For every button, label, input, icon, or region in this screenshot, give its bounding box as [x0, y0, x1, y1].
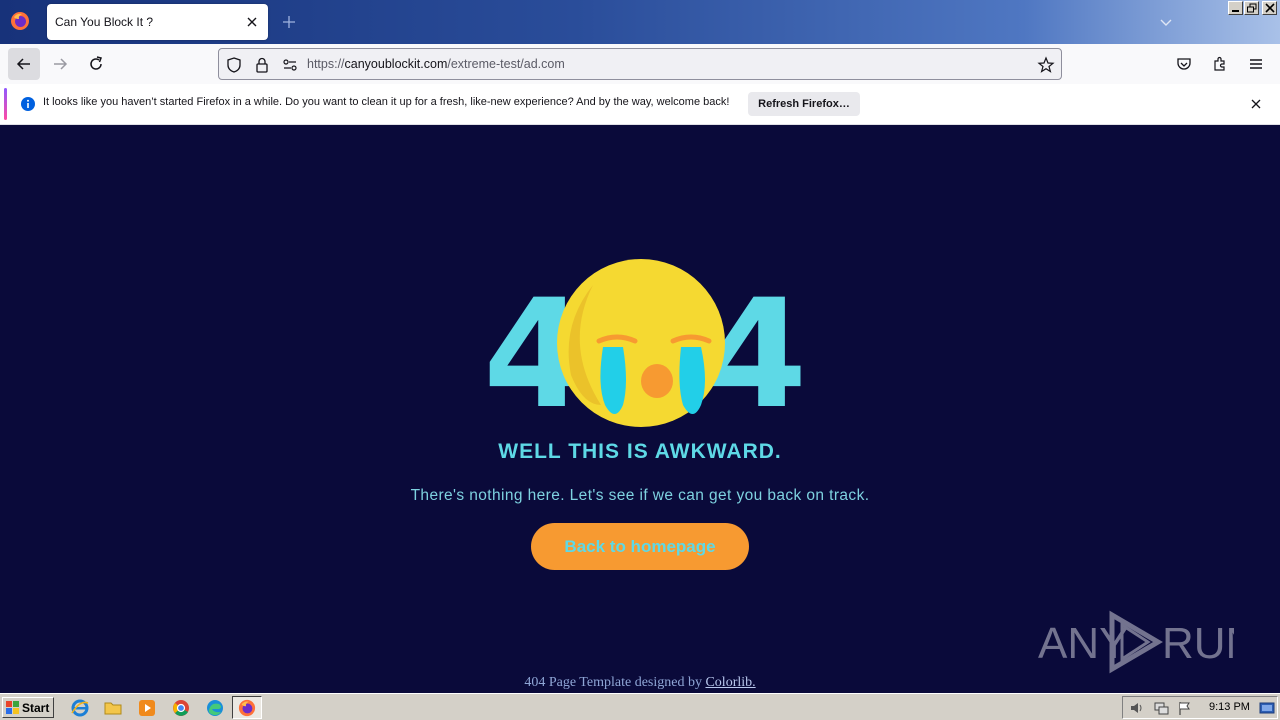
start-label: Start	[22, 701, 50, 715]
edge-icon[interactable]	[205, 698, 225, 718]
arrow-left-icon	[16, 58, 30, 70]
watermark-run: RUN	[1162, 619, 1234, 668]
back-button[interactable]	[8, 48, 40, 80]
notification-message: It looks like you haven’t started Firefo…	[43, 96, 730, 108]
url-host: canyoublockit.com	[344, 57, 448, 71]
permissions-icon[interactable]	[281, 56, 299, 74]
lock-icon[interactable]	[253, 56, 271, 74]
start-button[interactable]: Start	[2, 697, 54, 718]
extensions-icon[interactable]	[1211, 55, 1229, 73]
page-footer: 404 Page Template designed by Colorlib.	[0, 675, 1280, 691]
error-heading: WELL THIS IS AWKWARD.	[498, 440, 782, 463]
notification-bar: It looks like you haven’t started Firefo…	[0, 84, 1280, 125]
forward-button[interactable]	[44, 48, 76, 80]
tab-bar: Can You Block It ?	[0, 0, 1280, 44]
arrow-right-icon	[54, 58, 68, 70]
volume-icon[interactable]	[1129, 700, 1145, 716]
notification-accent	[4, 88, 7, 120]
system-tray: 9:13 PM	[1122, 696, 1278, 719]
reload-icon	[90, 56, 102, 70]
watermark-any: ANY	[1038, 619, 1128, 668]
refresh-firefox-button[interactable]: Refresh Firefox…	[748, 92, 860, 116]
flag-icon[interactable]	[1177, 700, 1193, 716]
show-desktop-icon[interactable]	[1259, 700, 1275, 716]
firefox-taskbar-icon	[238, 699, 256, 717]
restore-button[interactable]	[1244, 1, 1259, 15]
close-icon[interactable]	[1248, 96, 1264, 112]
clock: 9:13 PM	[1209, 701, 1250, 713]
shield-icon[interactable]	[225, 56, 243, 74]
close-window-button[interactable]	[1262, 1, 1277, 15]
taskbar: Start 9:13 PM	[0, 693, 1280, 720]
crying-face-icon	[557, 259, 725, 427]
firefox-icon[interactable]	[10, 11, 30, 31]
reload-button[interactable]	[80, 48, 112, 80]
file-explorer-icon[interactable]	[103, 698, 123, 718]
url-path: /extreme-test/ad.com	[447, 57, 565, 71]
page-content: 4 4 WELL THIS IS AWKWARD. There's nothin…	[0, 125, 1280, 693]
media-player-icon[interactable]	[137, 698, 157, 718]
footer-text: 404 Page Template designed by	[524, 675, 706, 690]
colorlib-link[interactable]: Colorlib.	[705, 675, 755, 690]
pocket-icon[interactable]	[1175, 55, 1193, 73]
new-tab-icon[interactable]	[280, 13, 298, 31]
navigation-toolbar: https://canyoublockit.com/extreme-test/a…	[0, 44, 1280, 84]
url-prefix: https://	[307, 57, 345, 71]
url-bar[interactable]: https://canyoublockit.com/extreme-test/a…	[218, 48, 1062, 80]
info-icon	[21, 97, 35, 111]
minimize-button[interactable]	[1228, 1, 1243, 15]
internet-explorer-icon[interactable]	[70, 698, 90, 718]
error-subtext: There's nothing here. Let's see if we ca…	[410, 487, 870, 504]
network-icon[interactable]	[1153, 700, 1169, 716]
taskbar-firefox-active[interactable]	[232, 696, 262, 719]
bookmark-star-icon[interactable]	[1037, 56, 1055, 74]
list-all-tabs-icon[interactable]	[1158, 14, 1174, 30]
back-to-homepage-button[interactable]: Back to homepage	[531, 523, 749, 570]
anyrun-watermark: ANY RUN	[1038, 610, 1234, 674]
windows-logo-icon	[6, 701, 19, 714]
menu-icon[interactable]	[1247, 55, 1265, 73]
tab-close-icon[interactable]	[243, 13, 261, 31]
chrome-icon[interactable]	[171, 698, 191, 718]
url-text[interactable]: https://canyoublockit.com/extreme-test/a…	[307, 57, 565, 71]
tab-active[interactable]: Can You Block It ?	[47, 4, 268, 40]
tab-title: Can You Block It ?	[55, 15, 154, 29]
